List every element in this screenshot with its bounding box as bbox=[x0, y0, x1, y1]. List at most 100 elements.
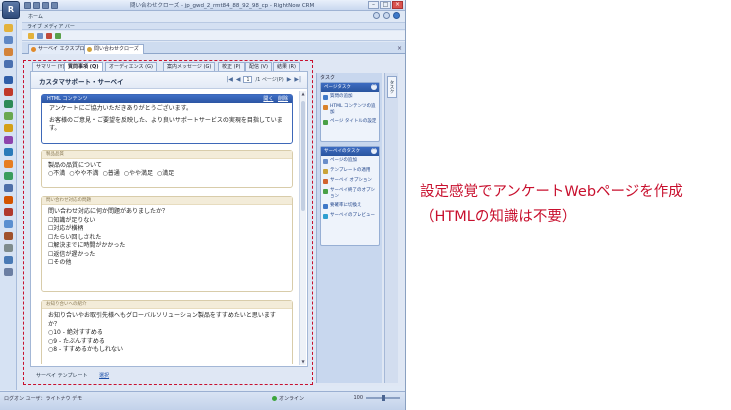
live-media-bar[interactable]: ライブ メディア バー bbox=[22, 22, 405, 30]
page-number-input[interactable]: 1 bbox=[243, 76, 253, 83]
html-icon bbox=[323, 105, 328, 110]
radio-option[interactable]: ○9 - たぶんすすめる bbox=[48, 338, 286, 347]
surveys-nav-icon[interactable] bbox=[4, 112, 13, 120]
search-nav-icon[interactable] bbox=[4, 256, 13, 264]
task-preview[interactable]: サーベイのプレビュー bbox=[321, 211, 379, 221]
back-icon[interactable] bbox=[373, 12, 380, 19]
tab-questions[interactable]: 質問事項 (Q) bbox=[64, 62, 103, 71]
logged-in-user: ログオン ユーザ：ライトナウ デモ bbox=[4, 396, 83, 402]
open-link[interactable]: 開く bbox=[263, 96, 273, 102]
admin-nav-icon[interactable] bbox=[4, 184, 13, 192]
campaigns-nav-icon[interactable] bbox=[4, 100, 13, 108]
tasks-vertical-tab[interactable]: タスク bbox=[387, 76, 397, 98]
home-tab[interactable]: ホーム bbox=[28, 13, 43, 20]
reports-nav-icon[interactable] bbox=[4, 76, 13, 84]
radio-option[interactable]: ○不満 bbox=[48, 170, 65, 178]
task-page-title[interactable]: ページ タイトルの設定 bbox=[321, 117, 379, 127]
html-content-block[interactable]: HTML コンテンツ 開く 削除 アンケートにご協力いただきありがとうございます… bbox=[41, 94, 293, 144]
task-survey-options[interactable]: サーベイ オプション bbox=[321, 176, 379, 186]
maximize-button[interactable]: □ bbox=[380, 1, 391, 9]
task-add-html[interactable]: HTML コンテンツの追加 bbox=[321, 102, 379, 117]
task-label: サーベイ終了のオプション bbox=[330, 188, 375, 199]
vertical-scrollbar[interactable]: ▲ ▼ bbox=[299, 91, 306, 365]
quick-access-toolbar bbox=[24, 2, 58, 9]
task-toggle[interactable]: 要確率に切換え bbox=[321, 201, 379, 211]
knowledge-nav-icon[interactable] bbox=[4, 148, 13, 156]
incidents-nav-icon[interactable] bbox=[4, 60, 13, 68]
end-options-icon bbox=[323, 189, 328, 194]
tab-invite-message[interactable]: 案内メッセージ (G) bbox=[163, 62, 216, 71]
radio-option[interactable]: ○やや満足 bbox=[124, 170, 153, 178]
tab-proofing[interactable]: 校正 (P) bbox=[218, 62, 245, 71]
chat-nav-icon[interactable] bbox=[4, 160, 13, 168]
template-icon bbox=[323, 169, 328, 174]
checkbox-option[interactable]: ☐解決までに時間がかかった bbox=[48, 242, 286, 251]
scroll-thumb[interactable] bbox=[301, 101, 305, 211]
calendar-nav-icon[interactable] bbox=[4, 208, 13, 216]
minimize-button[interactable]: – bbox=[368, 1, 379, 9]
radio-option[interactable]: ○満足 bbox=[157, 170, 174, 178]
home-nav-icon[interactable] bbox=[4, 24, 13, 32]
next-page-button[interactable]: ▶ bbox=[287, 76, 292, 83]
radio-option[interactable]: ○やや不満 bbox=[69, 170, 98, 178]
opportunities-nav-icon[interactable] bbox=[4, 88, 13, 96]
tasks-nav-icon[interactable] bbox=[4, 124, 13, 132]
section-header[interactable]: サーベイのタスク ^ bbox=[321, 147, 379, 156]
collapse-icon[interactable]: ^ bbox=[371, 148, 377, 154]
assets-nav-icon[interactable] bbox=[4, 172, 13, 180]
redo-icon[interactable] bbox=[51, 2, 58, 9]
close-tab-icon[interactable]: × bbox=[397, 45, 402, 52]
zoom-slider[interactable] bbox=[366, 395, 400, 401]
organizations-nav-icon[interactable] bbox=[4, 48, 13, 56]
select-template-link[interactable]: 選択 bbox=[99, 373, 109, 379]
help-icon[interactable] bbox=[393, 12, 400, 19]
last-page-button[interactable]: ▶| bbox=[294, 76, 301, 83]
tools-nav-icon[interactable] bbox=[4, 232, 13, 240]
question-block[interactable]: お知り合いへの紹介 お知り合いやお取引先様へもグローバルソリューション製品をすす… bbox=[41, 300, 293, 364]
contacts-nav-icon[interactable] bbox=[4, 36, 13, 44]
open-icon[interactable] bbox=[37, 33, 43, 39]
task-end-options[interactable]: サーベイ終了のオプション bbox=[321, 186, 379, 201]
forward-icon[interactable] bbox=[383, 12, 390, 19]
radio-option[interactable]: ○10 - 絶対すすめる bbox=[48, 329, 286, 338]
task-add-question[interactable]: 質問の追加 bbox=[321, 92, 379, 102]
task-apply-template[interactable]: テンプレートの適用 bbox=[321, 166, 379, 176]
section-header[interactable]: ページタスク ^ bbox=[321, 83, 379, 92]
app-menu-button[interactable]: R bbox=[2, 1, 20, 19]
files-nav-icon[interactable] bbox=[4, 196, 13, 204]
checkbox-option[interactable]: ☐返信が遅かった bbox=[48, 251, 286, 260]
question-block[interactable]: 問い合わせ対応の問題 問い合わせ対応に何か問題がありましたか？ ☐知識が足りない… bbox=[41, 196, 293, 292]
checkbox-option[interactable]: ☐対応が横柄 bbox=[48, 225, 286, 234]
question-block[interactable]: 製品品質 製品の品質について ○不満 ○やや不満 ○普通 ○やや満足 ○満足 bbox=[41, 150, 293, 188]
settings-nav-icon[interactable] bbox=[4, 244, 13, 252]
more-nav-icon[interactable] bbox=[4, 268, 13, 276]
checkbox-option[interactable]: ☐たらい回しされた bbox=[48, 234, 286, 243]
tab-audience[interactable]: オーディエンス (G) bbox=[105, 62, 157, 71]
delete-link[interactable]: 削除 bbox=[278, 96, 288, 102]
scroll-down-icon[interactable]: ▼ bbox=[300, 359, 306, 365]
new-icon[interactable] bbox=[28, 33, 34, 39]
first-page-button[interactable]: |◀ bbox=[226, 76, 233, 83]
checkbox-option[interactable]: ☐知識が足りない bbox=[48, 217, 286, 226]
radio-option[interactable]: ○普通 bbox=[103, 170, 120, 178]
prev-page-button[interactable]: ◀ bbox=[236, 76, 241, 83]
mail-nav-icon[interactable] bbox=[4, 220, 13, 228]
refresh-icon[interactable] bbox=[55, 33, 61, 39]
close-button[interactable]: × bbox=[392, 1, 403, 9]
checkbox-option[interactable]: ☐その他 bbox=[48, 259, 286, 268]
delete-icon[interactable] bbox=[46, 33, 52, 39]
radio-option[interactable]: ○8 - すすめるかもしれない bbox=[48, 346, 286, 355]
question-text: 製品の品質について bbox=[48, 162, 102, 169]
save-icon[interactable] bbox=[24, 2, 31, 9]
zoom-slider-thumb[interactable] bbox=[381, 395, 385, 401]
scroll-up-icon[interactable]: ▲ bbox=[300, 91, 306, 97]
tab-inquiry-close[interactable]: 問い合わせクローズ bbox=[84, 44, 144, 54]
save-all-icon[interactable] bbox=[33, 2, 40, 9]
tab-delivery[interactable]: 配信 (V) bbox=[245, 62, 272, 71]
analytics-nav-icon[interactable] bbox=[4, 136, 13, 144]
tab-results[interactable]: 結果 (R) bbox=[273, 62, 300, 71]
undo-icon[interactable] bbox=[42, 2, 49, 9]
collapse-icon[interactable]: ^ bbox=[371, 84, 377, 90]
task-add-page[interactable]: ページの追加 bbox=[321, 156, 379, 166]
task-label: ページ タイトルの設定 bbox=[330, 119, 377, 124]
